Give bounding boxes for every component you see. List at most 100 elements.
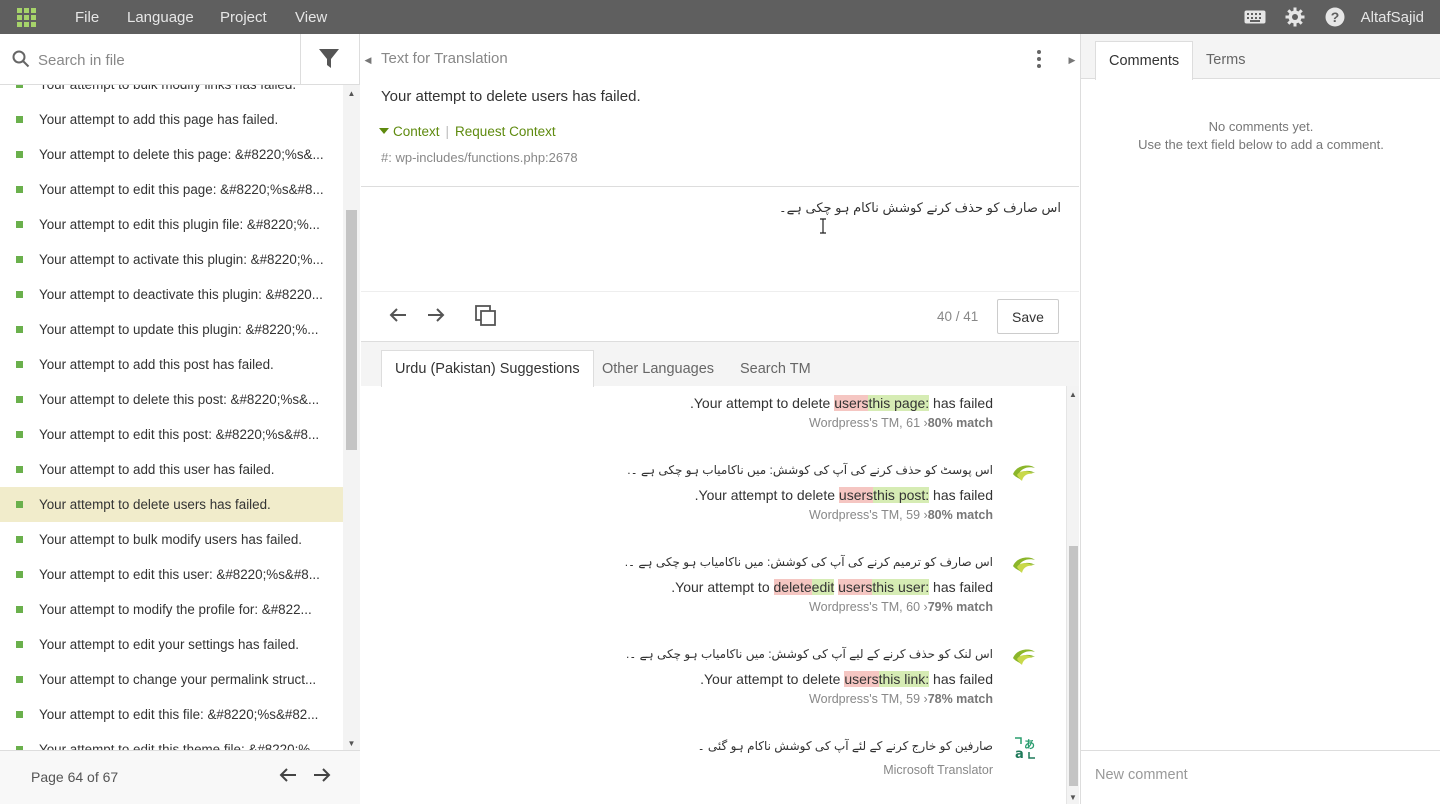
no-comments-text: No comments yet.: [1208, 119, 1314, 134]
divider: [300, 34, 301, 85]
tab-comments[interactable]: Comments: [1095, 41, 1194, 80]
empty-comments-message: No comments yet. Use the text field belo…: [1081, 118, 1440, 154]
list-item-label: Your attempt to update this plugin: &#82…: [39, 322, 319, 337]
more-options-icon[interactable]: [1037, 50, 1041, 68]
scroll-thumb[interactable]: [346, 210, 357, 450]
suggestion-source-diff: .Your attempt to delete usersthis link: …: [700, 671, 993, 687]
menu-language-label: Language: [127, 8, 194, 26]
tab-search-tm[interactable]: Search TM: [727, 350, 824, 387]
scroll-down-icon[interactable]: ▼: [1067, 793, 1079, 802]
list-item[interactable]: Your attempt to delete this post: &#8220…: [0, 382, 343, 417]
svg-text:a: a: [1015, 747, 1024, 760]
suggestion-source: Microsoft Translator: [883, 763, 993, 777]
list-item-label: Your attempt to modify the profile for: …: [39, 602, 312, 617]
copy-source-icon[interactable]: [475, 305, 497, 327]
pager: Page 64 of 67: [0, 750, 360, 804]
save-button[interactable]: Save: [997, 299, 1059, 334]
list-item-label: Your attempt to edit this theme file: &#…: [39, 742, 322, 750]
suggestion-translation[interactable]: اس لنک کو حذف کرنے کے لیے آپ کی کوشش: می…: [626, 647, 993, 661]
list-item[interactable]: Your attempt to delete users has failed.: [0, 487, 343, 522]
scroll-thumb[interactable]: [1069, 546, 1078, 786]
list-item[interactable]: Your attempt to edit this file: &#8220;%…: [0, 697, 343, 732]
diff-deleted: users: [838, 579, 873, 595]
list-item[interactable]: Your attempt to add this page has failed…: [0, 102, 343, 137]
next-page-icon[interactable]: [313, 767, 331, 788]
list-item[interactable]: Your attempt to edit this post: &#8220;%…: [0, 417, 343, 452]
svg-text:?: ?: [1330, 9, 1339, 25]
list-item[interactable]: Your attempt to change your permalink st…: [0, 662, 343, 697]
list-item[interactable]: Your attempt to edit this page: &#8220;%…: [0, 172, 343, 207]
list-item[interactable]: Your attempt to add this post has failed…: [0, 347, 343, 382]
list-item[interactable]: Your attempt to modify the profile for: …: [0, 592, 343, 627]
list-item[interactable]: Your attempt to edit this user: &#8220;%…: [0, 557, 343, 592]
list-item-label: Your attempt to delete this post: &#8220…: [39, 392, 320, 407]
list-item-label: Your attempt to add this page has failed…: [39, 112, 279, 127]
editor-header: Text for Translation: [381, 50, 508, 67]
tab-label: Other Languages: [602, 360, 715, 377]
menu-language[interactable]: Language: [127, 0, 194, 34]
tab-label: Terms: [1206, 52, 1246, 68]
list-scrollbar[interactable]: ▲ ▼: [343, 85, 360, 750]
request-context-link[interactable]: Request Context: [455, 124, 556, 139]
list-item-label: Your attempt to change your permalink st…: [39, 672, 317, 687]
diff-deleted: delete: [773, 579, 812, 595]
tab-terms[interactable]: Terms: [1193, 41, 1258, 79]
keyboard-icon[interactable]: [1235, 0, 1275, 34]
translation-memory-icon: [1013, 649, 1035, 665]
list-item-label: Your attempt to edit this plugin file: &…: [39, 217, 320, 232]
list-item[interactable]: Your attempt to bulk modify links has fa…: [0, 85, 343, 102]
list-item[interactable]: Your attempt to delete this page: &#8220…: [0, 137, 343, 172]
diff-text: has failed: [929, 487, 993, 503]
list-item[interactable]: Your attempt to deactivate this plugin: …: [0, 277, 343, 312]
list-item[interactable]: Your attempt to update this plugin: &#82…: [0, 312, 343, 347]
reference-text: #: wp-includes/functions.php:2678: [381, 150, 578, 165]
prev-page-icon[interactable]: [279, 767, 297, 788]
list-item[interactable]: Your attempt to edit your settings has f…: [0, 627, 343, 662]
collapse-left-icon[interactable]: ◀: [361, 34, 375, 86]
tab-other-languages[interactable]: Other Languages: [589, 350, 727, 387]
scroll-up-icon[interactable]: ▲: [343, 89, 360, 98]
menu-file[interactable]: File: [75, 0, 99, 34]
list-item[interactable]: Your attempt to edit this theme file: &#…: [0, 732, 343, 750]
tab-label: Comments: [1109, 53, 1180, 69]
list-item[interactable]: Your attempt to activate this plugin: &#…: [0, 242, 343, 277]
suggestion-meta: Wordpress's TM, 60 ›79% match: [809, 600, 993, 614]
gear-icon[interactable]: [1275, 0, 1315, 34]
new-comment-input[interactable]: [1095, 767, 1425, 783]
status-bullet-icon: [16, 466, 23, 473]
page-label: Page 64 of 67: [31, 769, 119, 785]
menu-view[interactable]: View: [295, 0, 327, 34]
next-string-icon[interactable]: [427, 306, 445, 329]
suggestion-translation[interactable]: اس پوسٹ کو حذف کرنے کی آپ کی کوشش: میں ن…: [627, 463, 993, 477]
diff-inserted: this link:: [878, 671, 930, 687]
list-item[interactable]: Your attempt to edit this plugin file: &…: [0, 207, 343, 242]
list-item-label: Your attempt to delete this page: &#8220…: [39, 147, 324, 162]
list-item[interactable]: Your attempt to bulk modify users has fa…: [0, 522, 343, 557]
scroll-up-icon[interactable]: ▲: [1067, 390, 1079, 399]
suggestion-translation[interactable]: صارفین کو خارج کرنے کے لئے آپ کی کوشش نا…: [698, 739, 993, 753]
menu-project[interactable]: Project: [220, 0, 267, 34]
list-item-label: Your attempt to edit this page: &#8220;%…: [39, 182, 324, 197]
menu-project-label: Project: [220, 8, 267, 26]
search-input[interactable]: [38, 46, 293, 74]
previous-string-icon[interactable]: [389, 306, 407, 329]
translation-input[interactable]: اس صارف کو حذف کرنے کوشش ناکام ہو چکی ہے…: [381, 200, 1061, 216]
divider: [361, 186, 1079, 187]
scroll-down-icon[interactable]: ▼: [343, 739, 360, 748]
list-item[interactable]: Your attempt to add this user has failed…: [0, 452, 343, 487]
suggestion-translation[interactable]: اس صارف کو ترمیم کرنے کی آپ کی کوشش: میں…: [625, 555, 993, 569]
user-name[interactable]: AltafSajid: [1355, 9, 1440, 26]
list-item-label: Your attempt to add this post has failed…: [39, 357, 274, 372]
suggestions-scrollbar[interactable]: ▲ ▼: [1066, 386, 1079, 804]
status-bullet-icon: [16, 606, 23, 613]
tab-urdu-suggestions[interactable]: Urdu (Pakistan) Suggestions: [381, 350, 594, 387]
suggestion-source-diff: .Your attempt to delete usersthis post: …: [695, 487, 993, 503]
status-bullet-icon: [16, 151, 23, 158]
collapse-right-icon[interactable]: ▶: [1065, 34, 1079, 86]
status-bullet-icon: [16, 396, 23, 403]
apps-grid-icon[interactable]: [0, 0, 52, 34]
help-icon[interactable]: ?: [1315, 0, 1355, 34]
filter-icon[interactable]: [318, 48, 340, 70]
diff-deleted: users: [834, 395, 869, 411]
context-toggle[interactable]: Context: [393, 124, 440, 139]
